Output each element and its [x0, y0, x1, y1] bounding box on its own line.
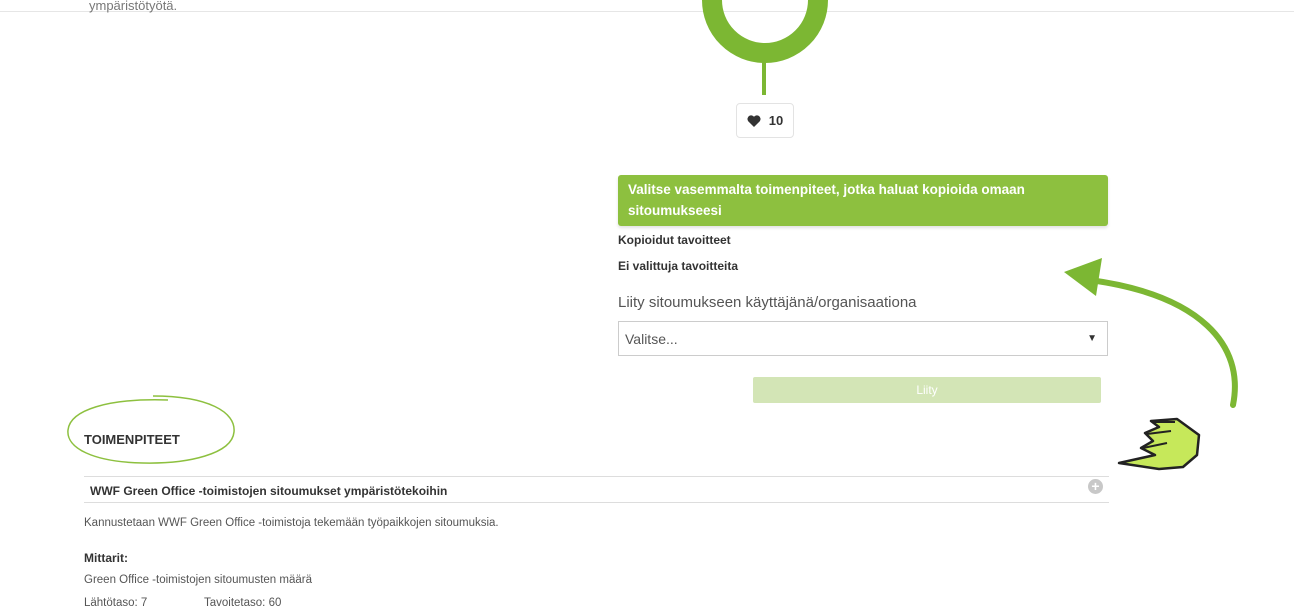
join-heading: Liity sitoumukseen käyttäjänä/organisaat… — [618, 294, 917, 311]
metric-baseline: Lähtötaso: 7 — [84, 597, 148, 609]
metric-target: Tavoitetaso: 60 — [204, 597, 282, 609]
no-goals-text: Ei valittuja tavoitteita — [618, 259, 739, 273]
like-count: 10 — [768, 113, 784, 128]
select-value: Valitse... — [625, 330, 678, 347]
goal-circle-graphic — [702, 0, 828, 95]
item-top-divider — [84, 476, 1109, 477]
expand-plus-icon[interactable]: + — [1088, 479, 1103, 494]
copied-goals-label: Kopioidut tavoitteet — [618, 233, 731, 247]
curved-arrow-graphic — [1064, 258, 1238, 408]
heart-icon — [747, 114, 761, 127]
instruction-banner: Valitse vasemmalta toimenpiteet, jotka h… — [618, 175, 1108, 226]
action-item-title[interactable]: WWF Green Office -toimistojen sitoumukse… — [90, 484, 447, 498]
actions-section-title: TOIMENPITEET — [84, 432, 180, 447]
metrics-label: Mittarit: — [84, 551, 128, 565]
like-button[interactable]: 10 — [736, 103, 794, 138]
top-divider — [0, 11, 1294, 12]
metric-name: Green Office -toimistojen sitoumusten mä… — [84, 574, 312, 586]
organization-select[interactable]: Valitse... ▼ — [618, 321, 1108, 356]
join-button[interactable]: Liity — [753, 377, 1101, 403]
pointing-hand-icon — [1117, 417, 1201, 471]
action-item-description: Kannustetaan WWF Green Office -toimistoj… — [84, 517, 499, 529]
intro-text: ympäristötyötä. — [89, 0, 178, 13]
item-bottom-divider — [84, 502, 1109, 503]
